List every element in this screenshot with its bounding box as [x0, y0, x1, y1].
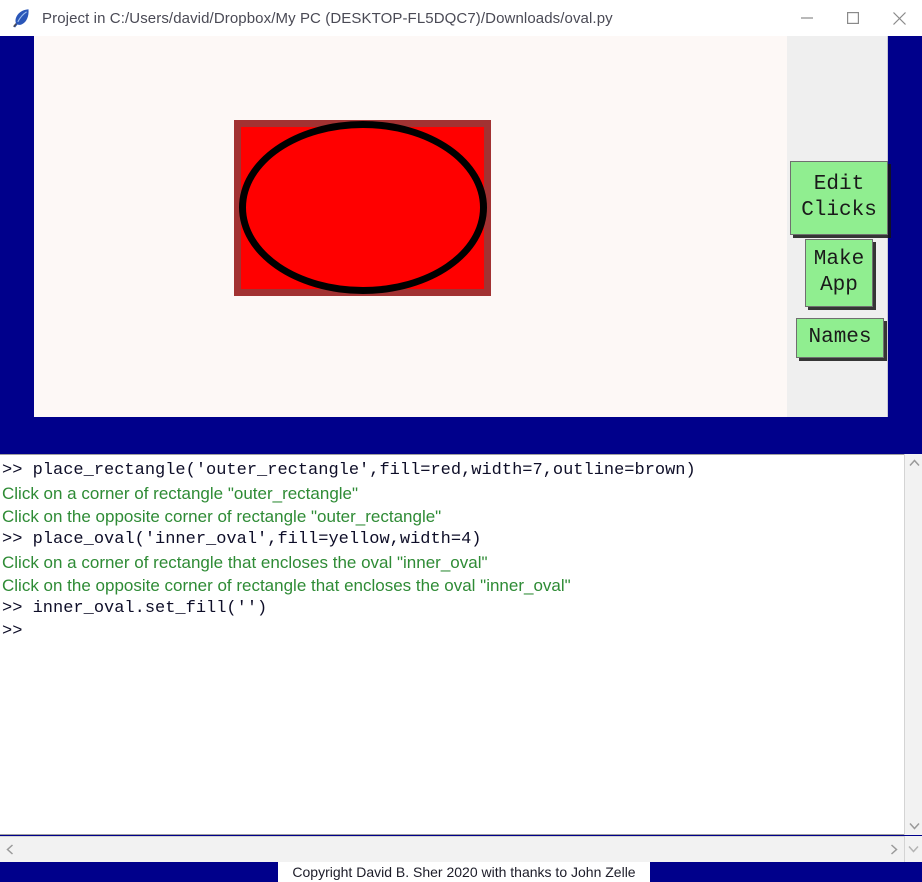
- console-line-list: >> place_rectangle('outer_rectangle',fil…: [0, 455, 904, 643]
- shape-inner-oval[interactable]: [239, 121, 487, 294]
- copyright-label: Copyright David B. Sher 2020 with thanks…: [278, 862, 650, 882]
- names-button[interactable]: Names: [796, 318, 884, 358]
- console-message-line: Click on a corner of rectangle that encl…: [2, 553, 488, 572]
- close-button[interactable]: [876, 0, 922, 36]
- console-message-line: Click on the opposite corner of rectangl…: [2, 507, 442, 526]
- scroll-up-icon[interactable]: [905, 454, 922, 472]
- application-window: Project in C:/Users/david/Dropbox/My PC …: [0, 0, 922, 882]
- minimize-button[interactable]: [784, 0, 830, 36]
- scrollbar-corner: [904, 836, 922, 862]
- drawing-canvas[interactable]: [34, 36, 787, 417]
- console-command-line: >>: [2, 622, 23, 641]
- scroll-left-icon[interactable]: [0, 837, 20, 862]
- maximize-button[interactable]: [830, 0, 876, 36]
- window-body: Edit Clicks Make App Names >> place_rect…: [0, 36, 922, 882]
- scroll-down-icon[interactable]: [905, 817, 922, 835]
- console-command-line: >> place_oval('inner_oval',fill=yellow,w…: [2, 530, 482, 549]
- console-message-line: Click on a corner of rectangle "outer_re…: [2, 484, 359, 503]
- make-app-button[interactable]: Make App: [805, 239, 873, 307]
- window-controls: [784, 0, 922, 36]
- title-bar: Project in C:/Users/david/Dropbox/My PC …: [0, 0, 922, 36]
- status-bar: Copyright David B. Sher 2020 with thanks…: [0, 862, 922, 882]
- console-output[interactable]: >> place_rectangle('outer_rectangle',fil…: [0, 454, 904, 835]
- console-command-line: >> inner_oval.set_fill(''): [2, 599, 268, 618]
- console-command-line: >> place_rectangle('outer_rectangle',fil…: [2, 461, 696, 480]
- console-vertical-scrollbar[interactable]: [904, 454, 922, 835]
- console-horizontal-scrollbar[interactable]: [0, 836, 904, 862]
- edit-clicks-button[interactable]: Edit Clicks: [790, 161, 888, 235]
- scroll-right-icon[interactable]: [884, 837, 904, 862]
- window-title: Project in C:/Users/david/Dropbox/My PC …: [42, 9, 613, 27]
- feather-quill-icon: [9, 6, 33, 30]
- console-message-line: Click on the opposite corner of rectangl…: [2, 576, 571, 595]
